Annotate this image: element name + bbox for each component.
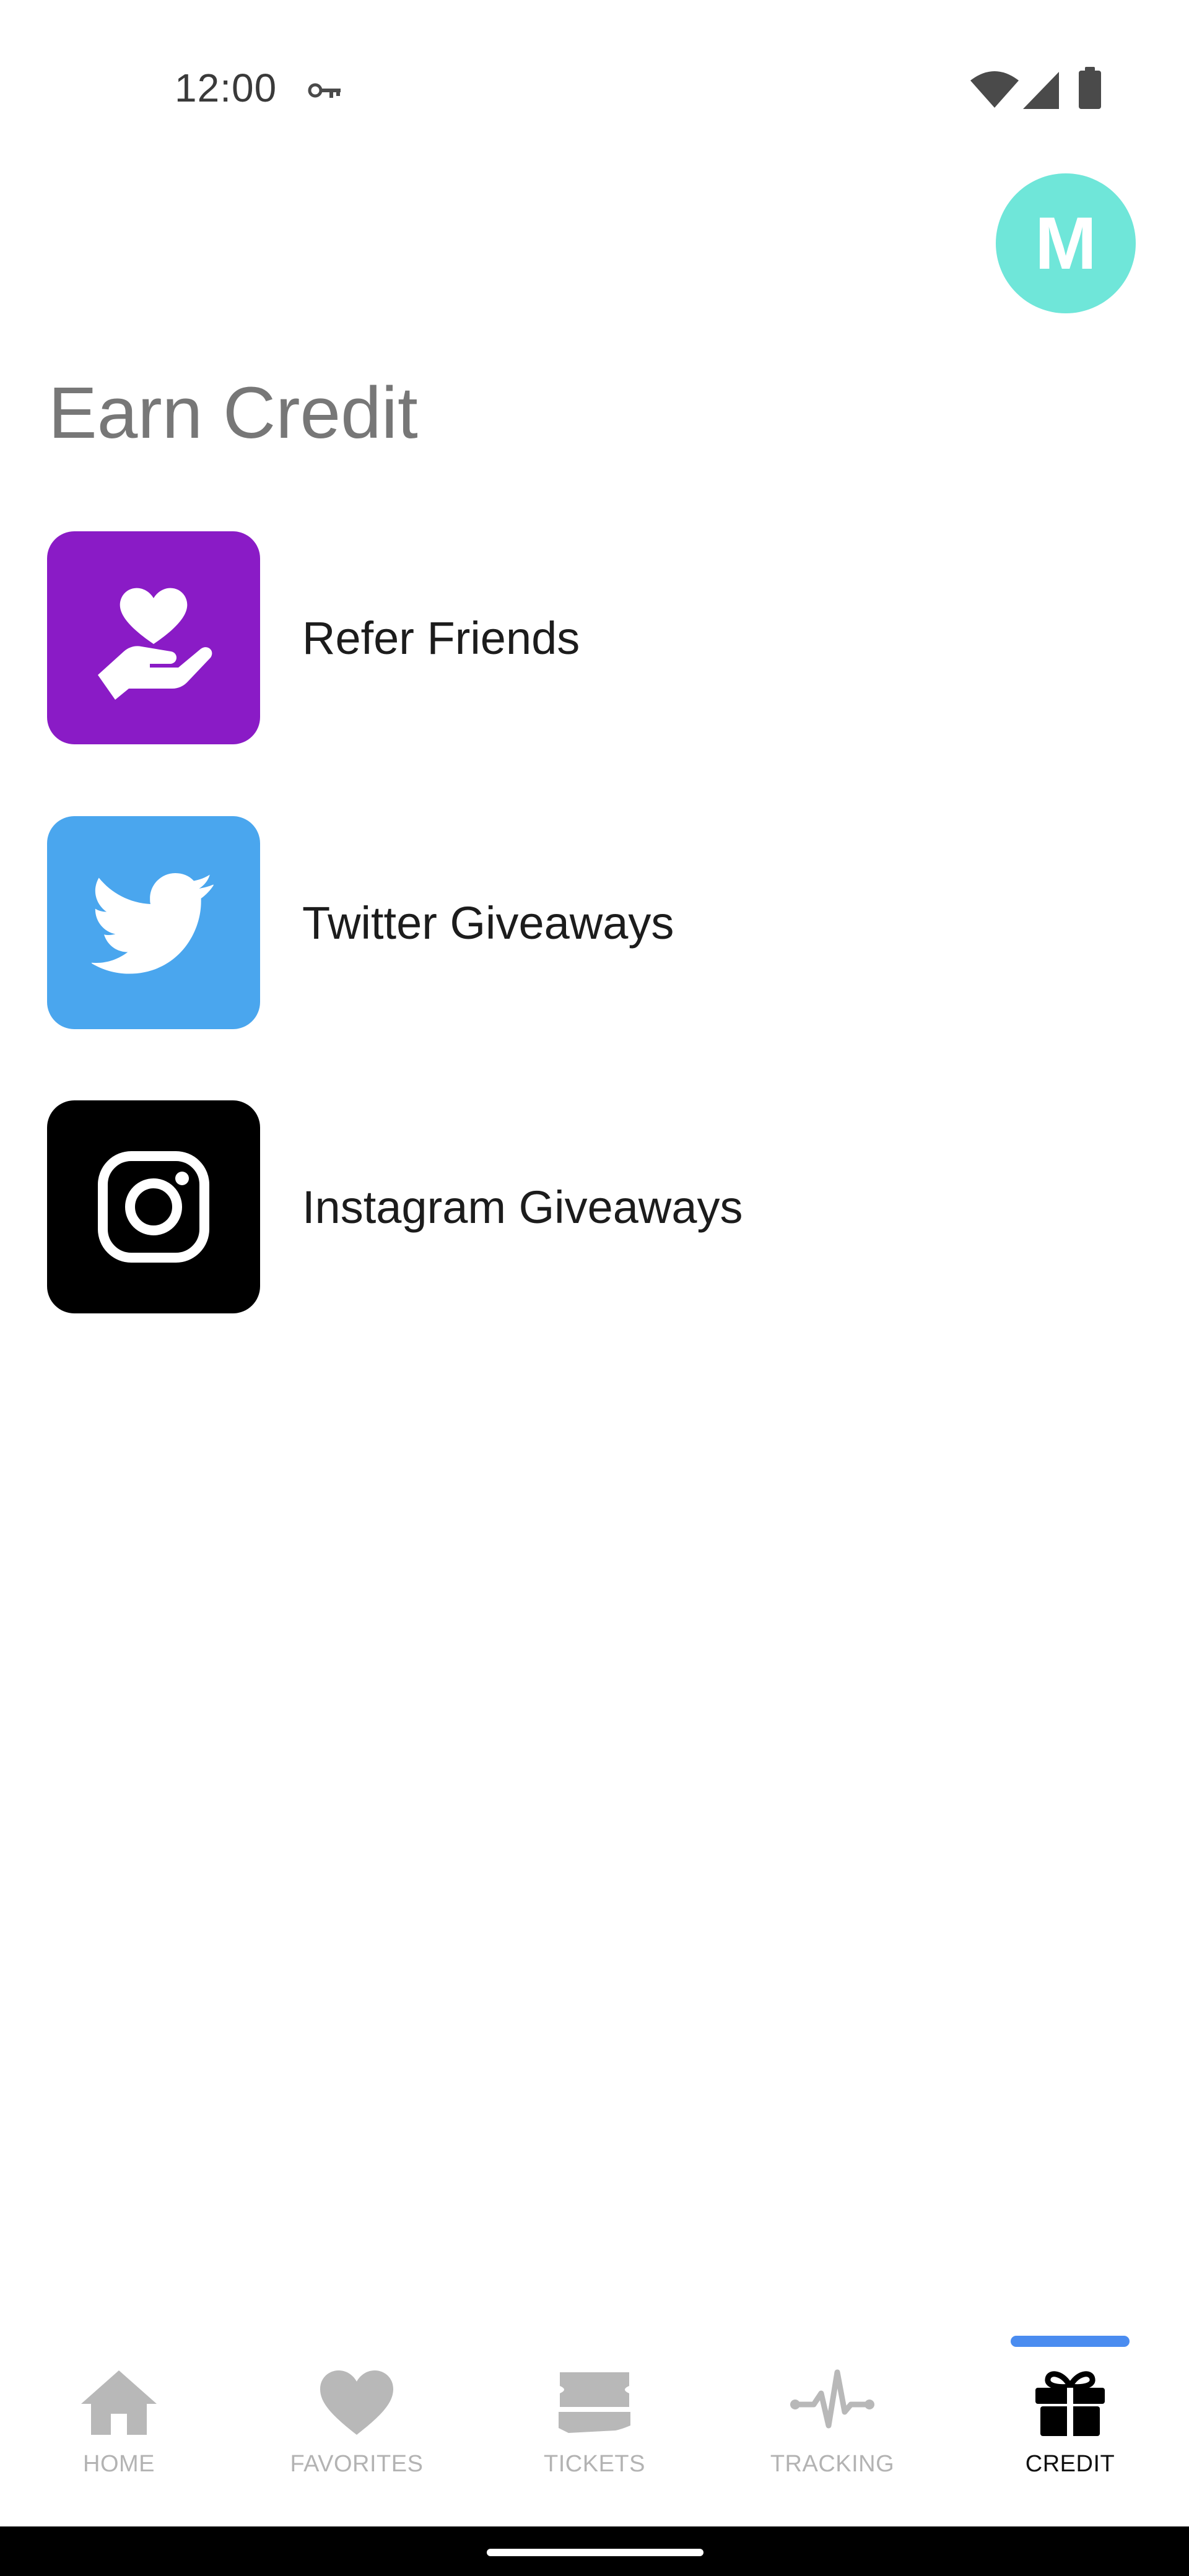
status-bar: 12:00 bbox=[0, 0, 1189, 124]
nav-tracking[interactable]: TRACKING bbox=[713, 2365, 951, 2514]
vpn-key-icon bbox=[308, 83, 341, 98]
twitter-giveaways-label: Twitter Giveaways bbox=[302, 897, 674, 949]
home-gesture-handle[interactable] bbox=[487, 2549, 703, 2556]
nav-tickets[interactable]: TICKETS bbox=[476, 2365, 713, 2514]
refer-friends-label: Refer Friends bbox=[302, 612, 580, 664]
twitter-bird-icon bbox=[92, 873, 214, 974]
status-time: 12:00 bbox=[175, 66, 277, 110]
nav-favorites[interactable]: FAVORITES bbox=[238, 2365, 476, 2514]
heart-icon bbox=[313, 2365, 400, 2440]
screen: 12:00 M Earn Credit Refer Friends Twitte… bbox=[0, 0, 1189, 2576]
instagram-giveaways-item[interactable]: Instagram Giveaways bbox=[47, 1100, 1137, 1313]
heart-hand-icon bbox=[98, 588, 212, 700]
wifi-icon bbox=[970, 71, 1019, 108]
nav-home-label: HOME bbox=[83, 2451, 155, 2477]
cell-signal-icon bbox=[1023, 72, 1059, 109]
home-icon bbox=[76, 2365, 162, 2440]
refer-friends-tile bbox=[47, 531, 260, 744]
twitter-giveaways-tile bbox=[47, 816, 260, 1029]
gift-icon bbox=[1027, 2365, 1113, 2440]
battery-icon bbox=[1079, 67, 1101, 109]
user-avatar[interactable]: M bbox=[996, 173, 1136, 313]
nav-favorites-label: FAVORITES bbox=[290, 2451, 424, 2477]
active-tab-indicator bbox=[1011, 2336, 1130, 2347]
nav-home[interactable]: HOME bbox=[0, 2365, 238, 2514]
page-title: Earn Credit bbox=[48, 372, 418, 454]
instagram-giveaways-tile bbox=[47, 1100, 260, 1313]
instagram-icon bbox=[98, 1151, 209, 1263]
nav-tickets-label: TICKETS bbox=[544, 2451, 645, 2477]
refer-friends-item[interactable]: Refer Friends bbox=[47, 531, 1137, 744]
pulse-icon bbox=[789, 2365, 876, 2440]
nav-credit-label: CREDIT bbox=[1025, 2451, 1115, 2477]
nav-credit[interactable]: CREDIT bbox=[951, 2365, 1189, 2514]
avatar-initial: M bbox=[1035, 202, 1097, 285]
twitter-giveaways-item[interactable]: Twitter Giveaways bbox=[47, 816, 1137, 1029]
ticket-icon bbox=[551, 2365, 638, 2440]
instagram-giveaways-label: Instagram Giveaways bbox=[302, 1181, 743, 1233]
nav-tracking-label: TRACKING bbox=[770, 2451, 895, 2477]
